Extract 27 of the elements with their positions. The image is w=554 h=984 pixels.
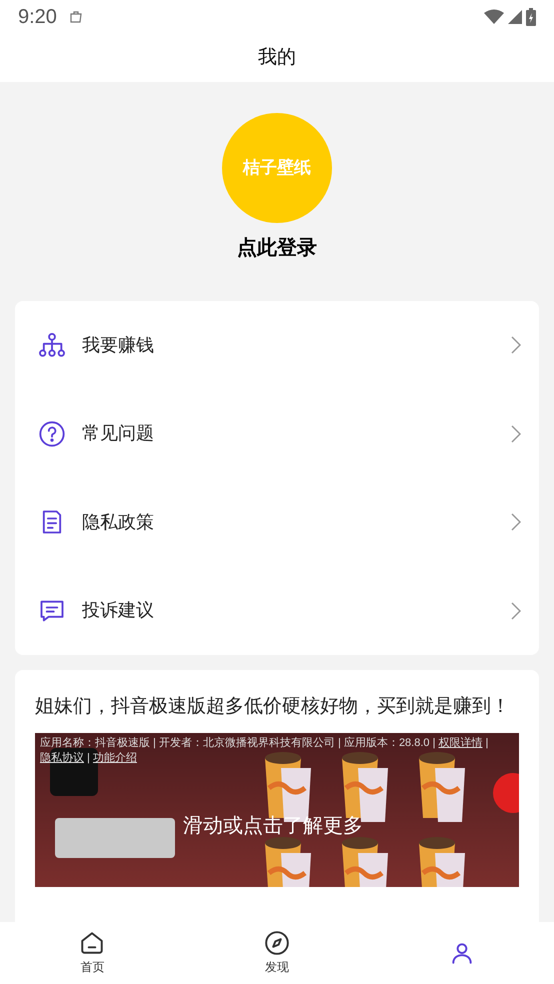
info-link[interactable]: 隐私协议: [40, 752, 84, 764]
battery-icon: [526, 8, 536, 26]
info-link[interactable]: 功能介绍: [92, 752, 137, 764]
network-icon: [38, 331, 66, 360]
wifi-icon: [484, 9, 504, 25]
chevron-right-icon: [511, 424, 521, 443]
info-link[interactable]: 权限详情: [438, 737, 482, 749]
signal-icon: [508, 10, 522, 24]
login-link[interactable]: 点此登录: [237, 233, 317, 263]
swipe-hint: 滑动或点击了解更多: [183, 814, 363, 839]
nav-tab[interactable]: 发现: [232, 930, 322, 976]
ad-title: 姐妹们，抖音极速版超多低价硬核好物，买到就是赚到！: [35, 695, 511, 719]
menu-item[interactable]: 投诉建议: [15, 566, 539, 655]
home-icon: [79, 930, 106, 956]
compass-icon: [264, 930, 290, 956]
menu-item[interactable]: 常见问题: [15, 390, 539, 478]
menu-item[interactable]: 我要赚钱: [15, 301, 539, 390]
page-title: 我的: [258, 46, 296, 70]
app-info-text: 应用名称：抖音极速版 | 开发者：北京微播视界科技有限公司 | 应用版本：28.8.0 | 权限详情 | 隐私协议 | 功能介绍: [39, 736, 490, 766]
question-icon: [38, 420, 66, 448]
clipboard-icon: [68, 10, 83, 24]
chevron-right-icon: [511, 336, 521, 354]
menu-item[interactable]: 隐私政策: [15, 478, 539, 566]
chevron-right-icon: [511, 602, 521, 620]
nav-tab[interactable]: 首页: [47, 930, 138, 976]
chevron-right-icon: [511, 513, 521, 532]
status-time: 9:20: [18, 5, 57, 30]
